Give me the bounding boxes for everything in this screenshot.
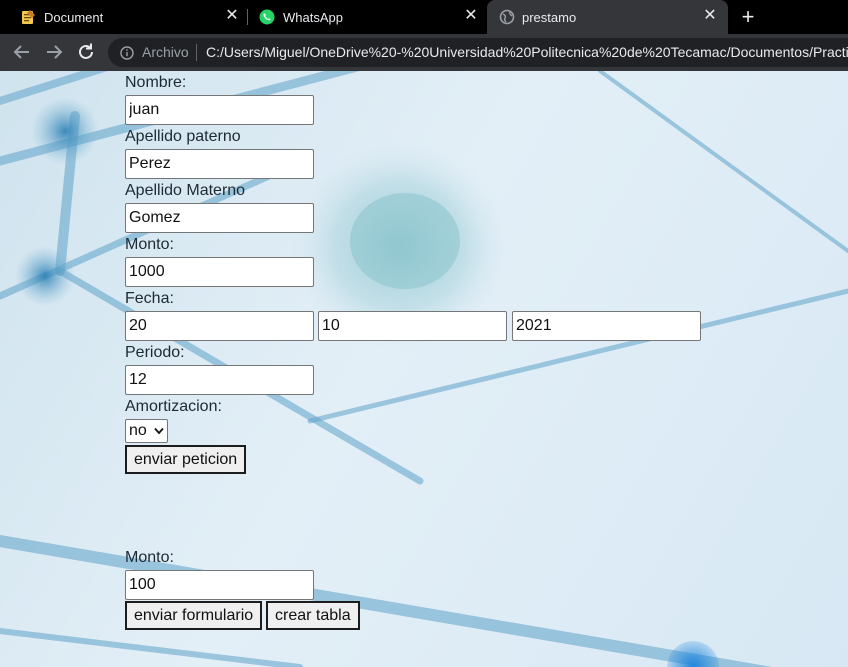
amortizacion-select[interactable]: no [125,419,168,443]
apellido-paterno-label: Apellido paterno [125,128,241,145]
nombre-label: Nombre: [125,74,187,91]
monto-2-label: Monto: [125,549,174,566]
info-icon[interactable] [120,46,134,60]
tab-document[interactable]: Document ✕ [0,0,246,34]
tab-whatsapp[interactable]: WhatsApp ✕ [239,0,485,34]
enviar-peticion-button[interactable]: enviar peticion [125,445,247,474]
reload-icon[interactable] [75,41,97,63]
address-divider [196,44,197,61]
close-tab-icon[interactable]: ✕ [464,8,478,24]
url-text[interactable]: C:/Users/Miguel/OneDrive%20-%20Universid… [206,44,848,60]
periodo-input[interactable] [125,365,314,395]
chevron-down-icon [154,427,164,435]
fecha-label: Fecha: [125,290,174,307]
apellido-materno-label: Apellido Materno [125,182,246,199]
monto-input[interactable] [125,257,314,287]
tab-prestamo[interactable]: prestamo ✕ [487,0,728,34]
page-content: Nombre: Apellido paterno Apellido Matern… [0,71,848,667]
tab-label: prestamo [522,10,577,25]
fecha-month-input[interactable] [318,311,507,341]
amortizacion-selected-value: no [129,422,147,439]
site-scheme-label: Archivo [142,44,189,60]
fecha-day-input[interactable] [125,311,314,341]
crear-tabla-button[interactable]: crear tabla [266,601,360,630]
document-notes-icon [22,10,35,24]
fecha-year-input[interactable] [512,311,701,341]
browser-toolbar: Archivo C:/Users/Miguel/OneDrive%20-%20U… [0,34,848,71]
tab-label: Document [44,10,104,25]
periodo-label: Periodo: [125,344,185,361]
new-tab-button[interactable]: + [738,5,758,29]
nombre-input[interactable] [125,95,314,125]
back-arrow-icon[interactable] [11,41,33,63]
apellido-paterno-input[interactable] [125,149,314,179]
monto-label: Monto: [125,236,174,253]
tab-label: WhatsApp [283,10,343,25]
close-tab-icon[interactable]: ✕ [703,8,717,24]
close-tab-icon[interactable]: ✕ [225,8,239,24]
forward-arrow-icon[interactable] [43,41,65,63]
whatsapp-icon [259,9,275,25]
enviar-formulario-button[interactable]: enviar formulario [125,601,263,630]
apellido-materno-input[interactable] [125,203,314,233]
monto-2-input[interactable] [125,570,314,600]
amortizacion-label: Amortizacion: [125,398,222,415]
globe-icon [499,9,515,25]
address-bar[interactable]: Archivo C:/Users/Miguel/OneDrive%20-%20U… [108,38,848,67]
tab-strip: Document ✕ WhatsApp ✕ prestamo ✕ + [0,0,848,34]
